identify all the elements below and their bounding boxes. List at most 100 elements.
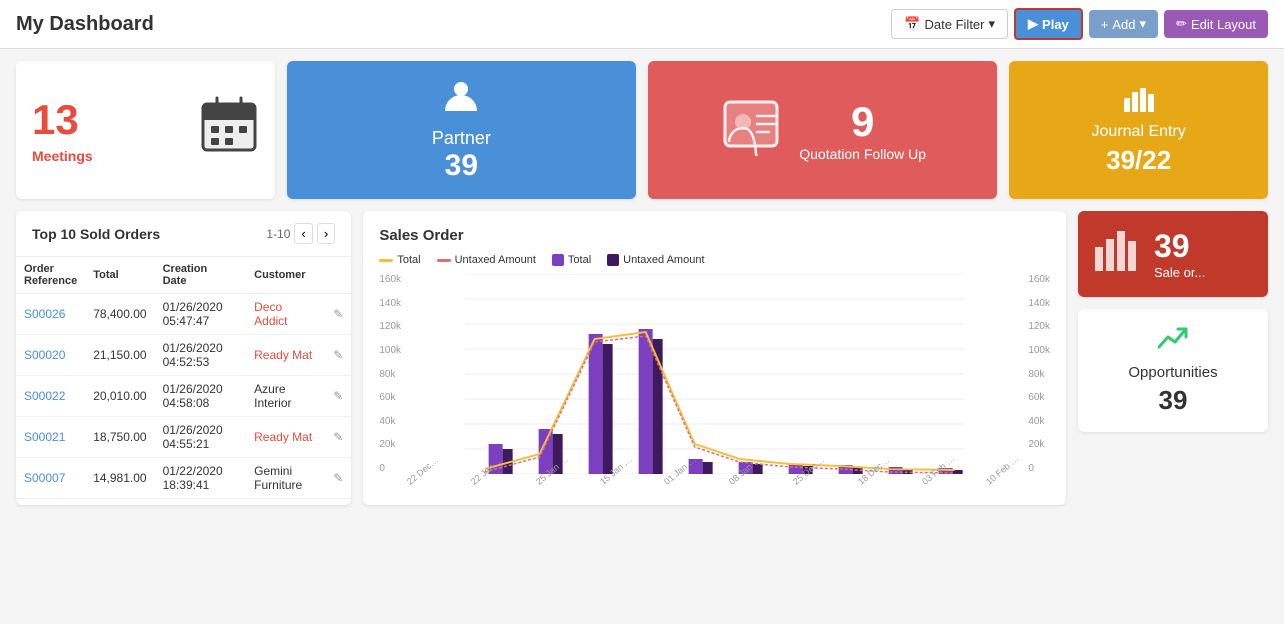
table-header: Top 10 Sold Orders 1-10 ‹ › — [16, 211, 351, 257]
date-filter-button[interactable]: 📅 Date Filter ▾ — [891, 9, 1008, 39]
opportunities-card[interactable]: Opportunities 39 — [1078, 309, 1268, 432]
pagination-range: 1-10 — [266, 227, 290, 241]
cell-total: 78,400.00 — [85, 294, 154, 335]
y-axis-left: 0 20k 40k 60k 80k 100k 120k 140k 160k — [379, 274, 405, 474]
chart-svg — [405, 274, 1024, 474]
cell-total: 21,150.00 — [85, 335, 154, 376]
cell-edit[interactable]: ✎ — [325, 294, 351, 335]
opportunities-number: 39 — [1159, 385, 1188, 416]
cell-total: 18,750.00 — [85, 417, 154, 458]
journal-entry-value: 39/22 — [1106, 145, 1171, 176]
cell-customer: Ready Mat — [246, 335, 325, 376]
sale-orders-number: 39 — [1154, 228, 1190, 265]
cell-total: 14,981.00 — [85, 458, 154, 499]
legend-untaxed-bar-color — [607, 254, 619, 266]
col-date: CreationDate — [155, 257, 247, 294]
partner-card[interactable]: Partner 39 — [287, 61, 636, 199]
cell-ref: S00007 — [16, 458, 85, 499]
sale-bar-chart-icon — [1094, 227, 1142, 281]
legend-total-bar-color — [552, 254, 564, 266]
chart-title: Sales Order — [379, 227, 1050, 244]
next-page-button[interactable]: › — [317, 223, 335, 244]
y-axis-right: 0 20k 40k 60k 80k 100k 120k 140k 160k — [1024, 274, 1050, 474]
cell-ref: S00020 — [16, 335, 85, 376]
add-button[interactable]: + Add ▾ — [1089, 10, 1158, 38]
sold-orders-table: OrderReference Total CreationDate Custom… — [16, 257, 351, 499]
top10-table-panel: Top 10 Sold Orders 1-10 ‹ › OrderReferen… — [16, 211, 351, 505]
cell-ref: S00022 — [16, 376, 85, 417]
quotation-number: 9 — [851, 98, 874, 146]
calendar-large-icon — [199, 94, 259, 166]
calendar-icon: 📅 — [904, 16, 920, 32]
table-title: Top 10 Sold Orders — [32, 226, 160, 242]
bar-5-untaxed — [703, 462, 713, 474]
cell-date: 01/26/2020 04:55:21 — [155, 417, 247, 458]
cell-edit[interactable]: ✎ — [325, 458, 351, 499]
chart-legend: Total Untaxed Amount Total Untaxed Amoun… — [379, 254, 1050, 266]
col-ref: OrderReference — [16, 257, 85, 294]
cell-date: 01/26/2020 05:47:47 — [155, 294, 247, 335]
edit-row-icon[interactable]: ✎ — [333, 471, 343, 485]
bar-chart-icon — [1123, 84, 1155, 119]
main-content: 13 Meetings — [0, 49, 1284, 517]
col-action — [325, 257, 351, 294]
legend-untaxed-bar-label: Untaxed Amount — [623, 254, 704, 266]
legend-total-bar: Total — [552, 254, 591, 266]
bar-3-untaxed — [603, 344, 613, 474]
journal-entry-label: Journal Entry — [1092, 123, 1186, 141]
chevron-down-icon: ▾ — [989, 16, 996, 32]
cell-total: 20,010.00 — [85, 376, 154, 417]
sales-order-chart-panel: Sales Order Total Untaxed Amount Total U… — [363, 211, 1066, 505]
meetings-number: 13 — [32, 96, 93, 144]
bar-3-total — [589, 334, 603, 474]
edit-row-icon[interactable]: ✎ — [333, 307, 343, 321]
cell-customer: Ready Mat — [246, 417, 325, 458]
pagination: 1-10 ‹ › — [266, 223, 335, 244]
table-row[interactable]: S00022 20,010.00 01/26/2020 04:58:08 Azu… — [16, 376, 351, 417]
legend-untaxed-line: Untaxed Amount — [437, 254, 536, 266]
quotation-card[interactable]: 9 Quotation Follow Up — [648, 61, 997, 199]
legend-total-line: Total — [379, 254, 420, 266]
page-title: My Dashboard — [16, 13, 154, 36]
cell-edit[interactable]: ✎ — [325, 417, 351, 458]
legend-total-line-color — [379, 259, 393, 262]
cell-customer: Azure Interior — [246, 376, 325, 417]
meetings-card[interactable]: 13 Meetings — [16, 61, 275, 199]
add-chevron-icon: ▾ — [1140, 16, 1147, 32]
cell-customer: Deco Addict — [246, 294, 325, 335]
prev-page-button[interactable]: ‹ — [294, 223, 312, 244]
chart-svg-wrap: 22 Dec 2019 22 Jan 2020 25 Jan 2020 15 J… — [405, 274, 1024, 489]
table-row[interactable]: S00007 14,981.00 01/22/2020 18:39:41 Gem… — [16, 458, 351, 499]
table-scroll-area[interactable]: OrderReference Total CreationDate Custom… — [16, 257, 351, 499]
table-row[interactable]: S00026 78,400.00 01/26/2020 05:47:47 Dec… — [16, 294, 351, 335]
cell-edit[interactable]: ✎ — [325, 335, 351, 376]
sale-orders-card[interactable]: 39 Sale or... — [1078, 211, 1268, 297]
table-row[interactable]: S00021 18,750.00 01/26/2020 04:55:21 Rea… — [16, 417, 351, 458]
partner-number: 39 — [445, 149, 478, 183]
cell-ref: S00021 — [16, 417, 85, 458]
right-cards: 39 Sale or... Opportunities 39 — [1078, 211, 1268, 505]
pencil-icon: ✏ — [1176, 16, 1187, 32]
play-button[interactable]: ▶ Play — [1014, 8, 1083, 40]
play-icon: ▶ — [1028, 16, 1038, 32]
edit-row-icon[interactable]: ✎ — [333, 430, 343, 444]
col-total: Total — [85, 257, 154, 294]
sale-orders-label: Sale or... — [1154, 265, 1205, 280]
bar-4-total — [639, 329, 653, 474]
cell-customer: Gemini Furniture — [246, 458, 325, 499]
journal-entry-card[interactable]: Journal Entry 39/22 — [1009, 61, 1268, 199]
edit-row-icon[interactable]: ✎ — [333, 389, 343, 403]
cell-ref: S00026 — [16, 294, 85, 335]
bottom-row: Top 10 Sold Orders 1-10 ‹ › OrderReferen… — [16, 211, 1268, 505]
col-customer: Customer — [246, 257, 325, 294]
edit-row-icon[interactable]: ✎ — [333, 348, 343, 362]
legend-untaxed-line-label: Untaxed Amount — [455, 254, 536, 266]
person-icon — [443, 77, 479, 120]
header: My Dashboard 📅 Date Filter ▾ ▶ Play + Ad… — [0, 0, 1284, 49]
cell-edit[interactable]: ✎ — [325, 376, 351, 417]
header-actions: 📅 Date Filter ▾ ▶ Play + Add ▾ ✏ Edit La… — [891, 8, 1268, 40]
edit-layout-button[interactable]: ✏ Edit Layout — [1164, 10, 1268, 38]
cell-date: 01/26/2020 04:52:53 — [155, 335, 247, 376]
chart-area: 0 20k 40k 60k 80k 100k 120k 140k 160k — [379, 274, 1050, 489]
table-row[interactable]: S00020 21,150.00 01/26/2020 04:52:53 Rea… — [16, 335, 351, 376]
